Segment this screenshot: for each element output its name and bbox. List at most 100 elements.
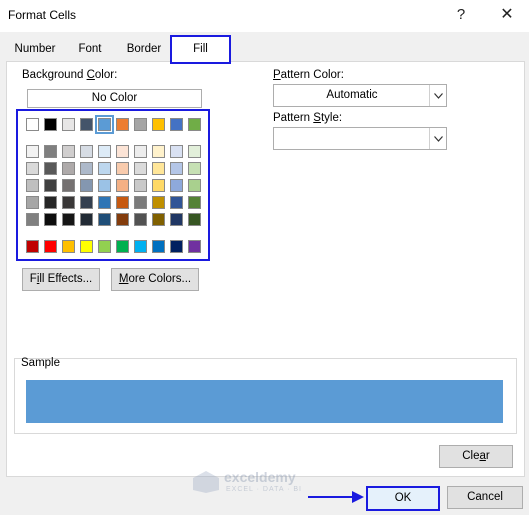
cancel-button[interactable]: Cancel — [447, 486, 523, 509]
chevron-down-icon — [429, 85, 446, 106]
color-swatch[interactable] — [98, 145, 111, 158]
color-swatch[interactable] — [80, 118, 93, 131]
color-swatch[interactable] — [62, 196, 75, 209]
color-swatch[interactable] — [188, 145, 201, 158]
color-swatch[interactable] — [116, 145, 129, 158]
color-swatch[interactable] — [44, 162, 57, 175]
pattern-style-dropdown[interactable] — [273, 127, 447, 150]
chevron-down-icon — [429, 128, 446, 149]
color-swatch[interactable] — [62, 162, 75, 175]
color-swatch[interactable] — [134, 179, 147, 192]
pattern-style-label: Pattern Style: — [273, 112, 343, 124]
color-swatch[interactable] — [26, 162, 39, 175]
color-swatch[interactable] — [62, 145, 75, 158]
color-swatch[interactable] — [188, 196, 201, 209]
sample-preview — [26, 380, 503, 423]
help-button[interactable]: ? — [446, 4, 476, 26]
color-swatch[interactable] — [80, 213, 93, 226]
color-swatch[interactable] — [134, 118, 147, 131]
color-swatch[interactable] — [116, 179, 129, 192]
color-swatch[interactable] — [98, 240, 111, 253]
color-palette — [16, 109, 210, 261]
pattern-color-label: Pattern Color: — [273, 69, 344, 81]
color-swatch[interactable] — [116, 196, 129, 209]
color-swatch[interactable] — [116, 118, 129, 131]
color-swatch[interactable] — [152, 213, 165, 226]
color-swatch[interactable] — [44, 118, 57, 131]
color-swatch[interactable] — [152, 196, 165, 209]
color-swatch[interactable] — [116, 213, 129, 226]
ok-button[interactable]: OK — [366, 486, 440, 511]
color-swatch[interactable] — [26, 145, 39, 158]
color-swatch[interactable] — [80, 162, 93, 175]
color-swatch[interactable] — [152, 118, 165, 131]
color-swatch[interactable] — [80, 179, 93, 192]
color-swatch[interactable] — [134, 162, 147, 175]
color-swatch[interactable] — [80, 196, 93, 209]
color-swatch[interactable] — [116, 162, 129, 175]
color-swatch[interactable] — [188, 162, 201, 175]
color-swatch[interactable] — [170, 240, 183, 253]
color-swatch[interactable] — [188, 179, 201, 192]
background-color-label: Background Color: — [22, 69, 118, 81]
color-swatch[interactable] — [62, 118, 75, 131]
color-swatch[interactable] — [80, 145, 93, 158]
color-swatch[interactable] — [170, 118, 183, 131]
color-swatch[interactable] — [152, 240, 165, 253]
color-swatch[interactable] — [44, 145, 57, 158]
color-swatch[interactable] — [98, 162, 111, 175]
close-button[interactable]: ✕ — [492, 4, 522, 26]
tab-border[interactable]: Border — [116, 38, 173, 61]
no-color-button[interactable]: No Color — [27, 89, 202, 108]
color-swatch[interactable] — [26, 118, 39, 131]
color-swatch[interactable] — [170, 196, 183, 209]
color-swatch[interactable] — [170, 162, 183, 175]
pattern-color-dropdown[interactable]: Automatic — [273, 84, 447, 107]
color-swatch[interactable] — [188, 240, 201, 253]
exceldemy-logo-icon — [193, 471, 219, 493]
tab-font[interactable]: Font — [64, 38, 117, 61]
tab-number[interactable]: Number — [6, 38, 65, 61]
tab-fill[interactable]: Fill — [170, 35, 231, 64]
color-swatch[interactable] — [152, 162, 165, 175]
color-swatch[interactable] — [44, 213, 57, 226]
color-swatch[interactable] — [26, 213, 39, 226]
color-swatch[interactable] — [134, 145, 147, 158]
color-swatch[interactable] — [188, 118, 201, 131]
color-swatch[interactable] — [152, 145, 165, 158]
tab-strip: Number Font Border Fill — [6, 35, 523, 64]
color-swatch[interactable] — [152, 179, 165, 192]
fill-tab-panel: Background Color: No Color Fill Effects.… — [6, 61, 525, 477]
color-swatch[interactable] — [170, 179, 183, 192]
color-swatch[interactable] — [134, 240, 147, 253]
color-swatch[interactable] — [44, 240, 57, 253]
color-swatch[interactable] — [26, 196, 39, 209]
color-swatch[interactable] — [62, 213, 75, 226]
color-swatch[interactable] — [95, 115, 114, 134]
color-swatch[interactable] — [188, 213, 201, 226]
color-swatch[interactable] — [26, 179, 39, 192]
watermark-tagline: EXCEL · DATA · BI — [226, 486, 302, 493]
color-swatch[interactable] — [62, 179, 75, 192]
color-swatch[interactable] — [62, 240, 75, 253]
color-swatch[interactable] — [170, 145, 183, 158]
color-swatch[interactable] — [134, 196, 147, 209]
more-colors-button[interactable]: More Colors... — [111, 268, 199, 291]
fill-effects-button[interactable]: Fill Effects... — [22, 268, 100, 291]
color-swatch[interactable] — [80, 240, 93, 253]
sample-label: Sample — [21, 357, 60, 369]
color-swatch[interactable] — [44, 196, 57, 209]
color-swatch[interactable] — [98, 213, 111, 226]
color-swatch[interactable] — [98, 196, 111, 209]
color-swatch[interactable] — [170, 213, 183, 226]
dialog-title: Format Cells — [8, 8, 77, 22]
watermark-name: exceldemy — [224, 469, 296, 485]
color-swatch[interactable] — [98, 179, 111, 192]
color-swatch[interactable] — [116, 240, 129, 253]
sample-group: Sample — [14, 357, 517, 434]
color-swatch[interactable] — [26, 240, 39, 253]
color-swatch[interactable] — [134, 213, 147, 226]
clear-button[interactable]: Clear — [439, 445, 513, 468]
annotation-arrow-right — [308, 491, 364, 503]
color-swatch[interactable] — [44, 179, 57, 192]
